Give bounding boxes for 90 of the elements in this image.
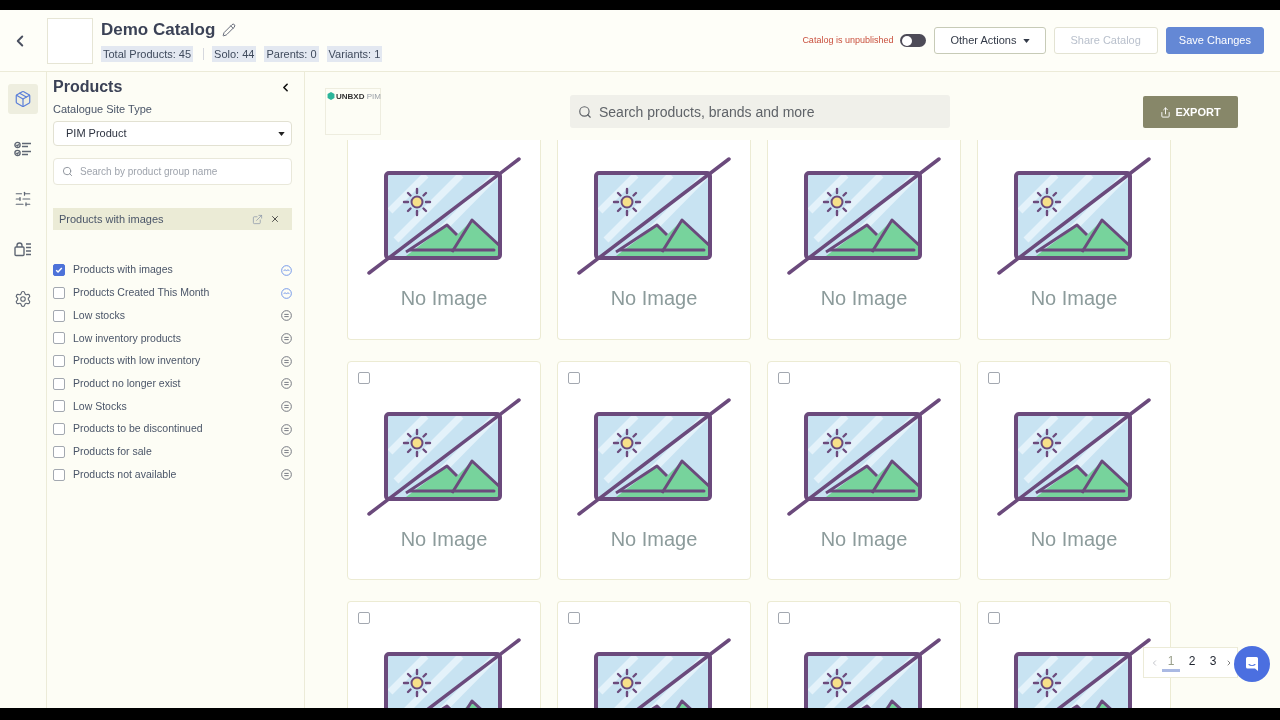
product-card[interactable] — [347, 601, 541, 708]
rail-button[interactable] — [8, 84, 38, 114]
checkbox[interactable] — [53, 423, 65, 436]
product-search-field[interactable]: Search products, brands and more — [570, 95, 950, 128]
logo-placeholder — [47, 17, 93, 64]
filter-label[interactable]: Products for sale — [73, 443, 152, 460]
checkbox[interactable] — [988, 372, 1000, 384]
logo-text: UNBXD PIM — [336, 92, 381, 101]
remove-filter-button[interactable] — [270, 214, 280, 224]
settings-icon — [14, 290, 32, 308]
product-card[interactable] — [557, 601, 751, 708]
active-filter-label: Products with images — [59, 211, 164, 227]
actions-dropdown[interactable]: Other Actions — [934, 27, 1046, 54]
box-icon — [14, 90, 32, 108]
checkbox[interactable] — [778, 612, 790, 624]
no-image-label: No Image — [400, 527, 488, 551]
no-image-label: No Image — [610, 527, 698, 551]
publish-toggle[interactable] — [900, 34, 927, 47]
site-type-select[interactable]: PIM Product — [53, 121, 292, 146]
checkbox[interactable] — [53, 332, 65, 345]
filter-label[interactable]: Products not available — [73, 466, 177, 483]
open-link-button[interactable] — [252, 213, 263, 225]
checkbox[interactable] — [778, 372, 790, 384]
checkbox[interactable] — [53, 355, 65, 368]
lines-circle-icon — [281, 446, 292, 458]
lines-circle-icon — [281, 355, 292, 367]
lock-list-icon — [14, 240, 32, 258]
catalog-title: Demo Catalog — [101, 19, 216, 41]
lines-circle-icon — [281, 378, 292, 390]
no-image-label: No Image — [400, 286, 488, 310]
search-icon — [62, 166, 73, 177]
stat-chip: Solo: 44 — [212, 46, 257, 62]
lines-circle-icon — [281, 310, 292, 322]
group-search-field[interactable]: Search by product group name — [53, 158, 292, 185]
checkbox[interactable] — [358, 612, 370, 624]
checkbox[interactable] — [53, 377, 65, 390]
chevron-left-icon[interactable] — [1150, 657, 1159, 668]
checkbox[interactable] — [568, 372, 580, 384]
page-link[interactable]: 2 — [1183, 653, 1201, 672]
checkbox[interactable] — [53, 264, 65, 277]
checkmark-icon — [55, 266, 63, 275]
site-type-label: Catalogue Site Type — [53, 102, 153, 116]
filter-label[interactable]: Products with images — [73, 262, 173, 279]
export-button[interactable]: EXPORT — [1143, 96, 1238, 128]
lines-circle-icon — [281, 423, 292, 435]
lines-circle-icon — [281, 332, 292, 344]
checkbox[interactable] — [53, 400, 65, 413]
wave-circle-icon — [281, 264, 292, 276]
publish-status: Catalog is unpublished — [802, 33, 894, 47]
chat-button[interactable] — [1234, 646, 1270, 682]
caret-down-icon — [278, 131, 285, 136]
pencil-icon — [222, 23, 237, 37]
checkbox[interactable] — [358, 372, 370, 384]
no-image-label: No Image — [820, 286, 908, 310]
filter-label[interactable]: Low stocks — [73, 307, 125, 324]
filter-label[interactable]: Low inventory products — [73, 330, 181, 347]
chat-bubble-icon — [1244, 656, 1260, 672]
upload-icon — [1160, 106, 1172, 118]
filter-label[interactable]: Low Stocks — [73, 398, 127, 415]
panel-title: Products — [53, 77, 123, 97]
checkbox[interactable] — [53, 468, 65, 481]
filter-label[interactable]: Products to be discontinued — [73, 421, 203, 438]
stat-chip: Total Products: 45 — [101, 46, 194, 62]
page-link[interactable]: 3 — [1204, 653, 1222, 672]
no-image-label: No Image — [610, 286, 698, 310]
checkbox[interactable] — [53, 287, 65, 300]
no-image-label: No Image — [820, 527, 908, 551]
checkbox[interactable] — [53, 445, 65, 458]
lines-circle-icon — [281, 469, 292, 481]
filter-label[interactable]: Products with low inventory — [73, 353, 201, 369]
wave-circle-icon — [281, 287, 292, 299]
no-image-label: No Image — [1030, 286, 1118, 310]
product-card[interactable] — [767, 601, 961, 708]
hexagon-icon — [327, 92, 335, 100]
lines-circle-icon — [281, 400, 292, 412]
search-icon — [578, 105, 592, 119]
close-icon — [270, 214, 280, 224]
sliders-icon — [14, 190, 32, 208]
stat-chip: Parents: 0 — [264, 46, 319, 62]
checklist-icon — [14, 140, 32, 158]
external-link-icon — [252, 213, 263, 225]
caret-down-icon — [1022, 38, 1030, 43]
checkbox[interactable] — [988, 612, 1000, 624]
filter-label[interactable]: Product no longer exist — [73, 375, 181, 392]
checkbox[interactable] — [53, 309, 65, 322]
stat-chip: Variants: 1 — [326, 46, 383, 62]
checkbox[interactable] — [568, 612, 580, 624]
edit-title-button[interactable] — [222, 23, 237, 37]
filter-label[interactable]: Products Created This Month — [73, 285, 210, 301]
no-image-label: No Image — [1030, 527, 1118, 551]
